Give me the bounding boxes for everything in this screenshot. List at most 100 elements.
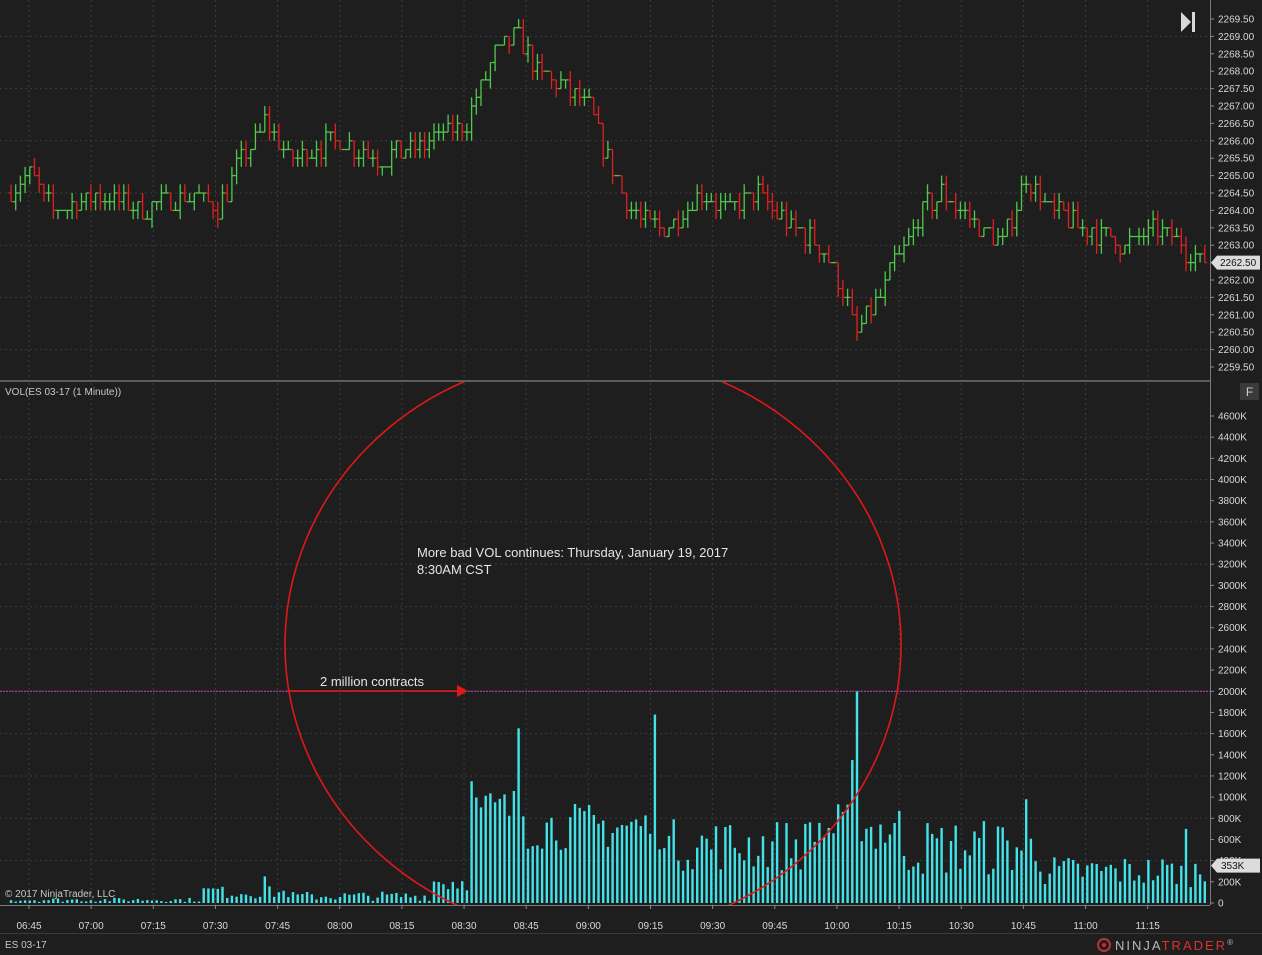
volume-bar [221,886,224,903]
volume-bar [132,900,135,903]
volume-bar [66,900,69,903]
volume-bar [1203,881,1206,903]
price-tick-label: 2260.50 [1218,328,1255,339]
volume-bar [273,896,276,903]
volume-bar [681,870,685,903]
volume-tick-label: 2400K [1218,644,1247,655]
volume-bar [644,815,647,903]
time-tick-label: 10:15 [887,921,912,932]
volume-bar [179,899,182,903]
volume-tick-label: 600K [1218,835,1242,846]
volume-bar [404,893,407,903]
last-price-marker: 2262.50 [1211,255,1260,270]
volume-bar [1095,864,1098,903]
scroll-to-end-icon[interactable] [1174,8,1200,36]
volume-bar [357,893,360,903]
volume-bar [931,833,934,903]
volume-bar [916,862,920,903]
volume-bar [902,855,906,903]
volume-bar [188,897,191,903]
volume-bar [1081,876,1084,903]
volume-bar [1104,866,1108,903]
volume-bar [399,897,403,903]
volume-bar [794,839,798,903]
volume-bar [202,888,205,903]
volume-tick-label: 4400K [1218,433,1247,444]
volume-bar [512,791,516,903]
volume-bar [136,898,140,903]
time-tick-label: 11:15 [1136,921,1161,932]
volume-bar [385,894,389,903]
volume-bar [423,895,426,903]
volume-bar [381,891,384,903]
volume-bar [89,900,93,903]
volume-tick-label: 2000K [1218,687,1247,698]
volume-bar [606,846,610,903]
volume-bar [315,899,318,903]
volume-bar [954,825,957,903]
volume-tick-label: 2800K [1218,602,1247,613]
volume-bar [395,892,398,903]
volume-bar [973,831,976,903]
volume-bar [197,901,201,903]
volume-bar [1072,859,1075,903]
volume-bar [719,869,722,903]
price-tick-label: 2264.50 [1218,189,1255,200]
price-tick-label: 2266.50 [1218,119,1255,130]
price-volume-chart: 2269.50 2269.00 2268.50 2268.00 2267.50 2267.… [0,0,1262,955]
volume-bar [282,890,285,903]
chart-background [0,0,1262,955]
volume-tick-label: 800K [1218,814,1242,825]
volume-bar [564,848,567,903]
volume-bar [117,898,121,903]
volume-bar [61,901,64,903]
volume-bar [47,900,50,903]
volume-bar [667,835,671,903]
volume-tick-label: 2200K [1218,666,1247,677]
volume-bar [329,898,332,903]
volume-bar [409,897,412,903]
volume-bar [498,798,501,903]
volume-bar [33,900,36,903]
volume-bar [1184,828,1188,903]
volume-bar [244,894,248,903]
volume-bar [1194,863,1197,903]
volume-bar [183,901,187,903]
brand-mark: ® [1227,938,1235,947]
volume-bar [602,820,605,903]
volume-bar [1090,863,1094,903]
volume-bar [827,827,830,903]
volume-bar [935,838,939,903]
volume-bar [785,823,788,903]
volume-bar [338,897,342,903]
time-tick-label: 07:45 [265,921,290,932]
volume-bar [945,872,948,903]
volume-bar [1161,859,1164,903]
volume-bar [630,821,633,903]
volume-bar [475,797,478,903]
volume-bar [414,895,417,903]
volume-bar [978,838,981,903]
time-tick-label: 08:15 [389,921,414,932]
volume-bar [263,876,266,903]
volume-bar [254,898,257,903]
volume-bar [99,900,102,903]
volume-bar [799,869,802,903]
volume-bar [714,826,718,903]
time-tick-label: 09:00 [576,921,601,932]
price-tick-label: 2268.50 [1218,49,1255,60]
volume-bar [503,794,506,903]
volume-bar [639,826,642,903]
price-tick-label: 2269.50 [1218,15,1255,26]
volume-bar [390,893,393,903]
volume-bar [80,901,83,903]
volume-bar [728,825,732,903]
volume-bar [324,896,328,903]
volume-bar [1034,861,1037,903]
volume-bar [869,826,873,903]
volume-bar [226,898,229,903]
time-tick-label: 08:00 [327,921,352,932]
volume-tick-label: 4600K [1218,412,1247,423]
volume-bar [268,886,271,903]
price-tick-label: 2265.50 [1218,154,1255,165]
